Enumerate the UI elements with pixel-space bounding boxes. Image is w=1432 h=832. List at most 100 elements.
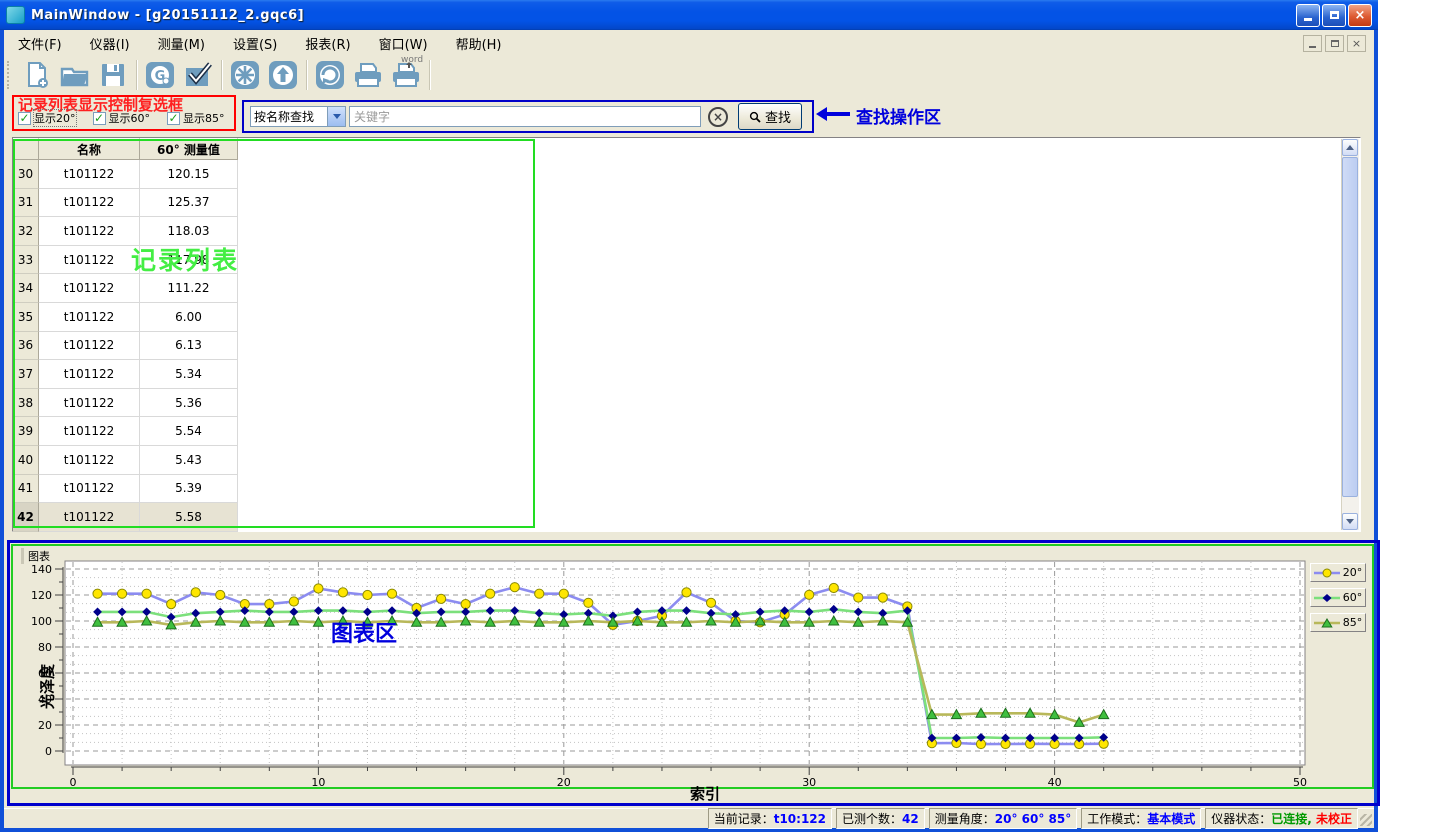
value-cell[interactable]: 5.39 xyxy=(140,475,238,504)
value-column-header[interactable]: 60° 测量值 xyxy=(140,138,238,160)
display-checkbox-3[interactable]: ✓显示85° xyxy=(167,110,225,126)
value-cell[interactable]: 6.00 xyxy=(140,303,238,332)
name-cell[interactable]: t101122 xyxy=(39,389,140,418)
scrollbar-thumb[interactable] xyxy=(1342,157,1358,497)
table-row[interactable]: 41t1011225.39 xyxy=(13,475,238,504)
table-row[interactable]: 30t101122120.15 xyxy=(13,160,238,189)
scroll-down-button[interactable] xyxy=(1342,513,1358,530)
vertical-scrollbar[interactable] xyxy=(1341,139,1359,530)
menu-bar: 文件(F)仪器(I)测量(M)设置(S)报表(R)窗口(W)帮助(H) × xyxy=(4,30,1374,57)
title-bar: MainWindow - [g20151112_2.gqc6] × xyxy=(0,0,1378,30)
name-cell[interactable]: t101122 xyxy=(39,217,140,246)
name-cell[interactable]: t101122 xyxy=(39,475,140,504)
search-input[interactable] xyxy=(349,106,701,127)
mdi-minimize-button[interactable] xyxy=(1303,35,1322,52)
table-row[interactable]: 31t101122125.37 xyxy=(13,189,238,218)
value-cell[interactable]: 111.22 xyxy=(140,274,238,303)
minimize-button[interactable] xyxy=(1296,4,1320,27)
name-cell[interactable]: t101122 xyxy=(39,274,140,303)
name-cell[interactable]: t101122 xyxy=(39,303,140,332)
close-button[interactable]: × xyxy=(1348,4,1372,27)
name-cell[interactable]: t101122 xyxy=(39,246,140,275)
mdi-close-button[interactable]: × xyxy=(1347,35,1366,52)
legend-label: 20° xyxy=(1343,566,1363,579)
display-checkbox-1[interactable]: ✓显示20° xyxy=(18,110,76,126)
new-file-button[interactable] xyxy=(18,58,56,92)
menu-item-6[interactable]: 窗口(W) xyxy=(365,30,442,57)
name-cell[interactable]: t101122 xyxy=(39,503,140,532)
row-number-cell[interactable]: 36 xyxy=(13,332,39,361)
menu-item-4[interactable]: 设置(S) xyxy=(219,30,291,57)
status-value: 未校正 xyxy=(1312,812,1352,826)
display-checkbox-2[interactable]: ✓显示60° xyxy=(93,110,151,126)
open-file-button[interactable] xyxy=(56,58,94,92)
row-number-cell[interactable]: 33 xyxy=(13,246,39,275)
find-button[interactable]: 查找 xyxy=(738,103,802,130)
value-cell[interactable]: 5.54 xyxy=(140,417,238,446)
row-number-cell[interactable]: 32 xyxy=(13,217,39,246)
measure-check-button[interactable] xyxy=(179,58,217,92)
table-row[interactable]: 37t1011225.34 xyxy=(13,360,238,389)
name-cell[interactable]: t101122 xyxy=(39,360,140,389)
row-number-cell[interactable]: 34 xyxy=(13,274,39,303)
legend-item-85°[interactable]: 85° xyxy=(1310,613,1366,632)
sync-instrument-button[interactable]: G xyxy=(141,58,179,92)
menu-item-7[interactable]: 帮助(H) xyxy=(442,30,516,57)
table-row[interactable]: 34t101122111.22 xyxy=(13,274,238,303)
export-word-button[interactable]: word xyxy=(387,58,425,92)
name-cell[interactable]: t101122 xyxy=(39,189,140,218)
value-cell[interactable]: 6.13 xyxy=(140,332,238,361)
row-number-cell[interactable]: 37 xyxy=(13,360,39,389)
resize-grip[interactable] xyxy=(1360,814,1372,826)
search-mode-select[interactable]: 按名称查找 xyxy=(250,106,346,127)
menu-item-1[interactable]: 文件(F) xyxy=(4,30,76,57)
row-number-cell[interactable]: 31 xyxy=(13,189,39,218)
value-cell[interactable]: 5.34 xyxy=(140,360,238,389)
maximize-button[interactable] xyxy=(1322,4,1346,27)
name-cell[interactable]: t101122 xyxy=(39,332,140,361)
toolbar: Gword xyxy=(4,56,1374,95)
row-number-cell[interactable]: 41 xyxy=(13,475,39,504)
chart-legend: 20° 60° 85° xyxy=(1310,563,1366,632)
legend-label: 60° xyxy=(1343,591,1363,604)
row-number-cell[interactable]: 40 xyxy=(13,446,39,475)
value-cell[interactable]: 125.37 xyxy=(140,189,238,218)
refresh-export-button[interactable] xyxy=(311,58,349,92)
combo-dropdown-button[interactable] xyxy=(327,107,345,126)
menu-item-3[interactable]: 测量(M) xyxy=(144,30,219,57)
status-label: 工作模式： xyxy=(1087,812,1147,826)
toolbar-grip[interactable] xyxy=(7,61,14,89)
print-button[interactable] xyxy=(349,58,387,92)
row-number-cell[interactable]: 38 xyxy=(13,389,39,418)
value-cell[interactable]: 120.15 xyxy=(140,160,238,189)
value-cell[interactable]: 5.43 xyxy=(140,446,238,475)
table-row[interactable]: 38t1011225.36 xyxy=(13,389,238,418)
value-cell[interactable]: 5.58 xyxy=(140,503,238,532)
name-column-header[interactable]: 名称 xyxy=(39,138,140,160)
legend-item-60°[interactable]: 60° xyxy=(1310,588,1366,607)
name-cell[interactable]: t101122 xyxy=(39,160,140,189)
mdi-restore-button[interactable] xyxy=(1325,35,1344,52)
scroll-up-button[interactable] xyxy=(1342,139,1358,156)
row-number-cell[interactable]: 39 xyxy=(13,417,39,446)
legend-item-20°[interactable]: 20° xyxy=(1310,563,1366,582)
settings-wheel-button[interactable] xyxy=(226,58,264,92)
name-cell[interactable]: t101122 xyxy=(39,446,140,475)
row-number-cell[interactable]: 42 xyxy=(13,503,39,532)
upload-button[interactable] xyxy=(264,58,302,92)
menu-item-2[interactable]: 仪器(I) xyxy=(76,30,144,57)
table-row[interactable]: 36t1011226.13 xyxy=(13,332,238,361)
new-file-icon xyxy=(22,61,52,89)
table-row[interactable]: 40t1011225.43 xyxy=(13,446,238,475)
table-row[interactable]: 35t1011226.00 xyxy=(13,303,238,332)
name-cell[interactable]: t101122 xyxy=(39,417,140,446)
save-file-button[interactable] xyxy=(94,58,132,92)
upload-icon xyxy=(267,60,299,90)
clear-search-button[interactable]: × xyxy=(708,107,728,127)
row-number-cell[interactable]: 30 xyxy=(13,160,39,189)
table-row[interactable]: 42t1011225.58 xyxy=(13,503,238,532)
value-cell[interactable]: 5.36 xyxy=(140,389,238,418)
menu-item-5[interactable]: 报表(R) xyxy=(291,30,364,57)
row-number-cell[interactable]: 35 xyxy=(13,303,39,332)
table-row[interactable]: 39t1011225.54 xyxy=(13,417,238,446)
